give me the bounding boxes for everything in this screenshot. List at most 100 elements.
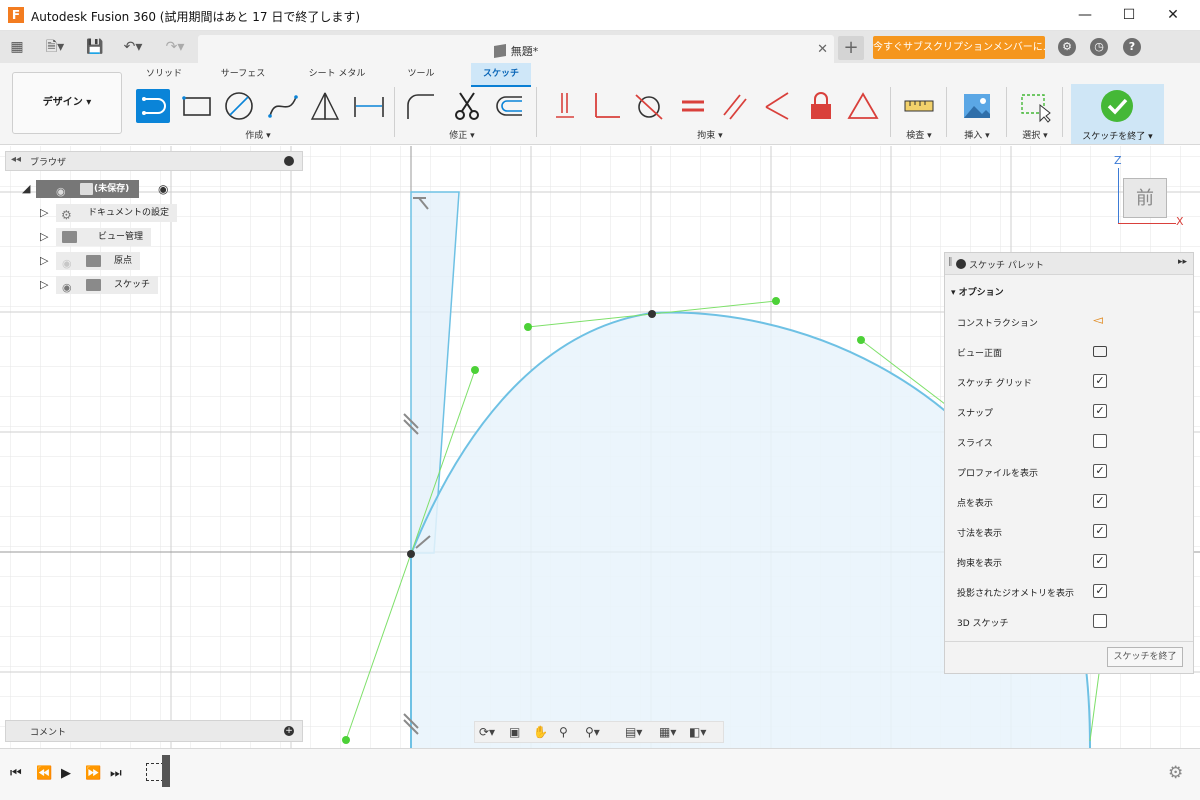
- go-to-end-icon[interactable]: ⏭: [110, 766, 122, 781]
- symmetry-constraint-button[interactable]: [846, 89, 880, 123]
- palette-row-show-dimensions[interactable]: 寸法を表示 ✓: [957, 523, 1187, 541]
- collapse-arrows-icon[interactable]: ◂◂: [11, 154, 21, 165]
- minimize-panel-icon[interactable]: [284, 156, 294, 166]
- circle-tool-button[interactable]: [222, 89, 256, 123]
- sketch-grid-checkbox[interactable]: ✓: [1093, 374, 1107, 388]
- spline-fit-point[interactable]: [407, 550, 415, 558]
- data-panel-grid-icon[interactable]: ▦: [8, 38, 26, 56]
- expand-triangle-icon[interactable]: ▷: [40, 278, 48, 291]
- undo-icon[interactable]: ↶▾: [118, 38, 148, 56]
- show-points-checkbox[interactable]: ✓: [1093, 494, 1107, 508]
- viewports-icon[interactable]: ◧▾: [689, 725, 706, 739]
- hidden-eye-icon[interactable]: ◉: [62, 255, 72, 273]
- look-at-icon[interactable]: ▣: [509, 725, 520, 739]
- 3d-sketch-checkbox[interactable]: [1093, 614, 1107, 628]
- palette-row-slice[interactable]: スライス: [957, 433, 1187, 451]
- tab-tools[interactable]: ツール: [398, 67, 444, 85]
- expand-triangle-icon[interactable]: ▷: [40, 230, 48, 243]
- subscribe-button[interactable]: 今すぐサブスクリプションメンバーに...: [873, 36, 1045, 59]
- tab-solid[interactable]: ソリッド: [140, 67, 188, 85]
- minimize-panel-icon[interactable]: [956, 259, 966, 269]
- palette-row-show-profile[interactable]: プロファイルを表示 ✓: [957, 463, 1187, 481]
- tab-sketch[interactable]: スケッチ: [471, 63, 531, 87]
- timeline-settings-gear-icon[interactable]: ⚙: [1168, 763, 1183, 783]
- maximize-button[interactable]: ☐: [1106, 0, 1152, 30]
- dimension-tool-button[interactable]: [352, 89, 386, 123]
- drag-handle-icon[interactable]: ‖: [948, 257, 953, 267]
- select-tool-button[interactable]: [1018, 89, 1052, 123]
- projected-geometry-checkbox[interactable]: ✓: [1093, 584, 1107, 598]
- arc-tool-button[interactable]: [266, 89, 300, 123]
- save-icon[interactable]: 💾: [86, 38, 104, 56]
- workspace-switcher[interactable]: デザイン ▾: [12, 72, 122, 134]
- lock-constraint-button[interactable]: [804, 89, 838, 123]
- minimize-button[interactable]: —: [1062, 0, 1108, 30]
- expand-triangle-icon[interactable]: ◢: [22, 182, 30, 195]
- equal-constraint-button[interactable]: [676, 89, 710, 123]
- rectangle-tool-button[interactable]: [180, 89, 214, 123]
- trim-tool-button[interactable]: [450, 89, 484, 123]
- timeline-marker[interactable]: [162, 755, 170, 787]
- handle-point[interactable]: [524, 323, 532, 331]
- sketch-palette-header[interactable]: ‖ スケッチ パレット ▸▸: [945, 253, 1193, 275]
- inspect-group-label[interactable]: 検査 ▾: [902, 128, 936, 141]
- help-icon[interactable]: ?: [1123, 38, 1141, 56]
- notifications-clock-icon[interactable]: ◷: [1090, 38, 1108, 56]
- file-menu-icon[interactable]: 🗎▾: [40, 38, 70, 56]
- construction-icon[interactable]: ◅: [1093, 314, 1107, 328]
- constraints-group-label[interactable]: 拘束 ▾: [694, 128, 726, 141]
- options-section-header[interactable]: ▾ オプション: [951, 285, 1004, 298]
- create-group-label[interactable]: 作成 ▾: [242, 128, 274, 141]
- fillet-tool-button[interactable]: [404, 89, 438, 123]
- insert-image-button[interactable]: [960, 89, 994, 123]
- close-tab-icon[interactable]: ✕: [817, 42, 828, 57]
- palette-row-snap[interactable]: スナップ ✓: [957, 403, 1187, 421]
- palette-row-show-constraints[interactable]: 拘束を表示 ✓: [957, 553, 1187, 571]
- offset-tool-button[interactable]: [492, 89, 526, 123]
- measure-tool-button[interactable]: [902, 89, 936, 123]
- spline-fit-point[interactable]: [648, 310, 656, 318]
- handle-point[interactable]: [342, 736, 350, 744]
- step-back-icon[interactable]: ⏪: [36, 766, 52, 781]
- show-dimensions-checkbox[interactable]: ✓: [1093, 524, 1107, 538]
- redo-icon[interactable]: ↷▾: [160, 38, 190, 56]
- comments-panel-header[interactable]: コメント +: [5, 720, 303, 742]
- palette-row-projected-geometry[interactable]: 投影されたジオメトリを表示 ✓: [957, 583, 1187, 601]
- play-icon[interactable]: ▶: [61, 766, 71, 781]
- handle-point[interactable]: [857, 336, 865, 344]
- fit-zoom-icon[interactable]: ⚲▾: [585, 725, 600, 739]
- pan-hand-icon[interactable]: ✋: [533, 725, 548, 739]
- close-window-button[interactable]: ✕: [1150, 0, 1196, 30]
- view-cube[interactable]: 前: [1123, 178, 1167, 218]
- snap-checkbox[interactable]: ✓: [1093, 404, 1107, 418]
- document-tab[interactable]: 無題* ✕: [198, 35, 834, 63]
- coincident-constraint-button[interactable]: [760, 89, 794, 123]
- palette-row-construction[interactable]: コンストラクション ◅: [957, 313, 1187, 331]
- palette-row-3d-sketch[interactable]: 3D スケッチ: [957, 613, 1187, 631]
- insert-group-label[interactable]: 挿入 ▾: [960, 128, 994, 141]
- palette-finish-sketch-button[interactable]: スケッチを終了: [1107, 647, 1183, 667]
- visibility-eye-icon[interactable]: ◉: [56, 183, 66, 201]
- mirror-tool-button[interactable]: [308, 89, 342, 123]
- tangent-constraint-button[interactable]: [632, 89, 666, 123]
- parallel-constraint-button[interactable]: [718, 89, 752, 123]
- browser-panel-header[interactable]: ◂◂ ブラウザ: [5, 151, 303, 171]
- show-profile-checkbox[interactable]: ✓: [1093, 464, 1107, 478]
- handle-point[interactable]: [471, 366, 479, 374]
- tab-sheet-metal[interactable]: シート メタル: [300, 67, 374, 85]
- handle-point[interactable]: [772, 297, 780, 305]
- expand-triangle-icon[interactable]: ▷: [40, 254, 48, 267]
- select-group-label[interactable]: 選択 ▾: [1018, 128, 1052, 141]
- add-comment-icon[interactable]: +: [284, 726, 294, 736]
- orbit-icon[interactable]: ⟳▾: [479, 725, 495, 739]
- palette-row-sketch-grid[interactable]: スケッチ グリッド ✓: [957, 373, 1187, 391]
- tab-surface[interactable]: サーフェス: [214, 67, 272, 85]
- new-tab-button[interactable]: +: [838, 36, 864, 60]
- expand-panel-icon[interactable]: ▸▸: [1178, 257, 1187, 267]
- show-constraints-checkbox[interactable]: ✓: [1093, 554, 1107, 568]
- perpendicular-constraint-button[interactable]: [590, 89, 624, 123]
- go-to-start-icon[interactable]: ⏮: [10, 766, 22, 781]
- palette-row-show-points[interactable]: 点を表示 ✓: [957, 493, 1187, 511]
- zoom-icon[interactable]: ⚲: [559, 725, 568, 739]
- visibility-eye-icon[interactable]: ◉: [62, 279, 72, 297]
